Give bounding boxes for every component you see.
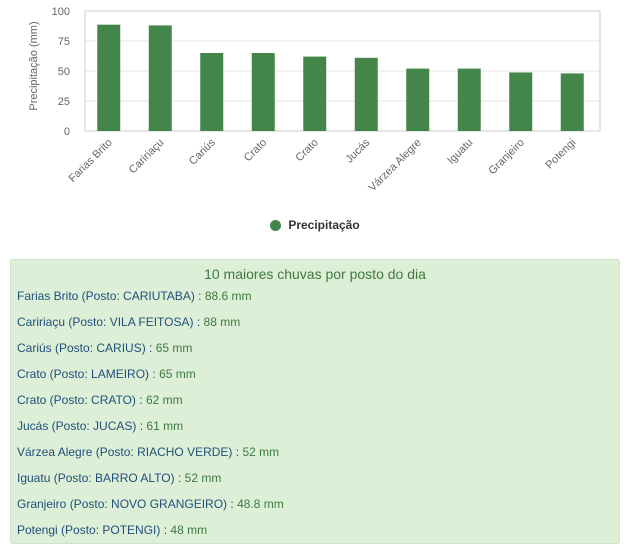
bar[interactable]	[200, 53, 224, 131]
separator: :	[232, 445, 243, 459]
x-tick-label: Farias Brito	[67, 137, 115, 185]
station-name: Potengi (Posto: POTENGI)	[17, 523, 161, 537]
rain-value: 62 mm	[145, 393, 183, 407]
station-name: Farias Brito (Posto: CARIUTABA)	[17, 289, 195, 303]
bar[interactable]	[97, 24, 121, 131]
bar[interactable]	[406, 68, 430, 131]
separator: :	[160, 523, 171, 537]
bar[interactable]	[354, 57, 378, 131]
rain-value: 88 mm	[203, 315, 241, 329]
station-name: Várzea Alegre (Posto: RIACHO VERDE)	[17, 445, 233, 459]
list-item: Potengi (Posto: POTENGI) : 48 mm	[17, 522, 284, 548]
y-tick-label: 0	[64, 126, 70, 138]
y-tick-label: 25	[58, 96, 70, 108]
rain-value: 48.8 mm	[237, 497, 284, 511]
bar[interactable]	[509, 72, 533, 131]
x-tick-label: Várzea Alegre	[367, 137, 424, 194]
panel-title: 10 maiores chuvas por posto do dia	[204, 266, 426, 282]
y-tick-label: 50	[58, 66, 70, 78]
list-item: Iguatu (Posto: BARRO ALTO) : 52 mm	[17, 470, 284, 496]
top-rain-panel: 10 maiores chuvas por posto do dia Faria…	[10, 259, 620, 544]
rain-value: 48 mm	[170, 523, 208, 537]
rain-value: 52 mm	[184, 471, 222, 485]
legend-marker-icon	[270, 219, 282, 231]
x-tick-label: Iguatu	[445, 137, 475, 167]
x-tick-label: Cariús	[187, 136, 218, 167]
rain-value: 65 mm	[159, 367, 196, 381]
x-tick-label: Crato	[242, 137, 270, 165]
separator: :	[194, 289, 205, 303]
bar[interactable]	[457, 68, 481, 131]
list-item: Farias Brito (Posto: CARIUTABA) : 88.6 m…	[17, 288, 284, 314]
separator: :	[136, 419, 147, 433]
separator: :	[227, 497, 238, 511]
bar[interactable]	[251, 53, 275, 131]
separator: :	[135, 393, 146, 407]
chart-legend[interactable]: Precipitação	[0, 218, 630, 232]
bar[interactable]	[560, 73, 584, 131]
y-tick-label: 100	[52, 6, 70, 18]
list-item: Granjeiro (Posto: NOVO GRANGEIRO) : 48.8…	[17, 496, 284, 522]
rain-list: Farias Brito (Posto: CARIUTABA) : 88.6 m…	[17, 288, 284, 548]
list-item: Várzea Alegre (Posto: RIACHO VERDE) : 52…	[17, 444, 284, 470]
rain-value: 88.6 mm	[204, 289, 252, 303]
separator: :	[145, 341, 156, 355]
station-name: Granjeiro (Posto: NOVO GRANGEIRO)	[17, 497, 228, 511]
x-tick-label: Jucás	[344, 136, 373, 165]
bar[interactable]	[303, 56, 327, 131]
x-tick-label: Caririaçu	[127, 137, 167, 177]
station-name: Iguatu (Posto: BARRO ALTO)	[17, 471, 175, 485]
separator: :	[149, 367, 160, 381]
x-tick-label: Potengi	[544, 137, 579, 172]
legend-label: Precipitação	[288, 218, 360, 232]
station-name: Crato (Posto: LAMEIRO)	[17, 367, 150, 381]
x-tick-label: Granjeiro	[486, 137, 526, 177]
rain-value: 61 mm	[146, 419, 184, 433]
bar[interactable]	[148, 25, 172, 131]
station-name: Jucás (Posto: JUCAS)	[17, 419, 137, 433]
y-axis-title: Precipitação (mm)	[28, 21, 40, 110]
rain-value: 65 mm	[155, 341, 193, 355]
list-item: Cariús (Posto: CARIUS) : 65 mm	[17, 340, 284, 366]
chart-svg: 0 25 50 75 100 Farias Brito Caririaçu Cariús Cra…	[28, 6, 601, 194]
list-item: Crato (Posto: LAMEIRO) : 65 mm	[17, 366, 284, 392]
y-tick-label: 75	[58, 36, 70, 48]
station-name: Caririaçu (Posto: VILA FEITOSA)	[17, 315, 194, 329]
list-item: Crato (Posto: CRATO) : 62 mm	[17, 392, 284, 418]
rain-value: 52 mm	[242, 445, 280, 459]
precipitation-chart: 0 25 50 75 100 Farias Brito Caririaçu Cariús Cra…	[0, 0, 630, 250]
x-tick-label: Crato	[293, 137, 321, 165]
station-name: Crato (Posto: CRATO)	[17, 393, 136, 407]
station-name: Cariús (Posto: CARIUS)	[17, 341, 146, 355]
list-item: Caririaçu (Posto: VILA FEITOSA) : 88 mm	[17, 314, 284, 340]
separator: :	[193, 315, 204, 329]
separator: :	[174, 471, 185, 485]
list-item: Jucás (Posto: JUCAS) : 61 mm	[17, 418, 284, 444]
